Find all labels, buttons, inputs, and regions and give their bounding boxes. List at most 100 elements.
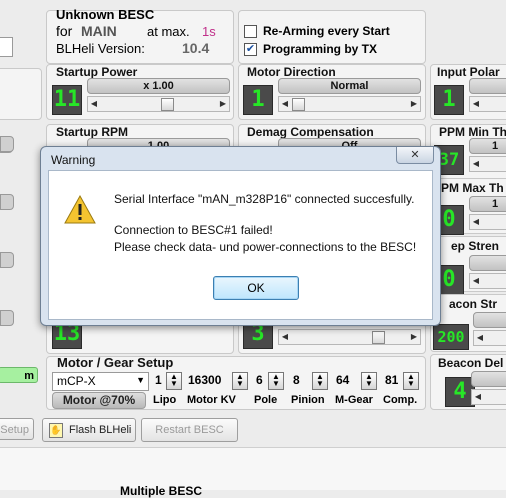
beacon-strength-value bbox=[473, 312, 506, 328]
model-select[interactable]: mCP-X ▼ bbox=[52, 372, 149, 391]
beacon-strength-title: acon Str bbox=[449, 297, 498, 311]
pinion-spinner-icon[interactable]: ▲ ▼ bbox=[312, 372, 328, 390]
input-polarity-panel: Input Polar 1 ◀ bbox=[430, 64, 506, 120]
ppm-min-slider[interactable]: ◀ bbox=[469, 156, 506, 172]
gear-setup-title: Motor / Gear Setup bbox=[57, 355, 174, 370]
ppm-min-title: PPM Min Th bbox=[439, 125, 506, 139]
motor-kv-value: 16300 bbox=[188, 373, 222, 387]
bottom-area: Multiple BESC bbox=[0, 447, 506, 498]
ppm-min-value: 1 bbox=[469, 138, 506, 154]
motor-direction-lcd: 1 bbox=[243, 85, 273, 115]
ppm-max-title: PM Max Th bbox=[441, 181, 504, 195]
chevron-down-icon[interactable]: ▼ bbox=[136, 375, 145, 385]
pinion-label: Pinion bbox=[291, 394, 325, 406]
pole-value: 6 bbox=[256, 373, 263, 387]
dialog-line3: Please check data- und power-connections… bbox=[114, 240, 417, 254]
close-icon[interactable]: ✕ bbox=[396, 147, 434, 164]
ppm-min-panel: PPM Min Th 37 1 ◀ bbox=[430, 124, 506, 180]
beacon-delay-value bbox=[471, 371, 506, 387]
beacon-strength-panel: acon Str 200 ◀ bbox=[430, 294, 506, 352]
comp-spinner-icon[interactable]: ▲ ▼ bbox=[403, 372, 419, 390]
dialog-title: Warning bbox=[51, 153, 96, 167]
comp-label: Comp. bbox=[383, 394, 418, 406]
beacon-strength-lcd: 200 bbox=[433, 324, 469, 350]
startup-power-title: Startup Power bbox=[56, 65, 138, 79]
motor-kv-label: Motor KV bbox=[187, 394, 236, 406]
beacon-strength-slider[interactable]: ◀ bbox=[473, 330, 506, 346]
comp-value: 81 bbox=[385, 373, 399, 387]
left-col-pill-a[interactable] bbox=[0, 136, 14, 152]
slider-left-arrow-icon[interactable]: ◀ bbox=[470, 157, 482, 171]
slider-right-arrow-icon[interactable]: ▶ bbox=[408, 97, 420, 111]
left-col-pill-b[interactable] bbox=[0, 194, 14, 210]
lipo-spinner-icon[interactable]: ▲ ▼ bbox=[166, 372, 182, 390]
slider-thumb[interactable] bbox=[372, 331, 385, 344]
motor-direction-panel: Motor Direction 1 Normal ◀ ▶ bbox=[238, 64, 426, 120]
esc-info-panel: Unknown BESC for MAIN at max. 1s BLHeli … bbox=[46, 7, 234, 64]
beacon-delay-title: Beacon Del bbox=[438, 356, 504, 370]
left-col-panel-row1 bbox=[0, 68, 42, 153]
programming-tx-label: Programming by TX bbox=[263, 42, 378, 56]
m-gear-spinner-icon[interactable]: ▲ ▼ bbox=[361, 372, 377, 390]
m-gear-value: 64 bbox=[336, 373, 350, 387]
slider-left-arrow-icon[interactable]: ◀ bbox=[279, 330, 291, 344]
pinion-value: 8 bbox=[293, 373, 300, 387]
slider-left-arrow-icon[interactable]: ◀ bbox=[470, 215, 482, 229]
slider-left-arrow-icon[interactable]: ◀ bbox=[470, 274, 482, 288]
beep-strength-title: ep Stren bbox=[451, 239, 500, 253]
startup-power-panel: Startup Power 11 x 1.00 ◀ ▶ bbox=[46, 64, 234, 120]
slider-left-arrow-icon[interactable]: ◀ bbox=[470, 97, 482, 111]
ppm-max-panel: PM Max Th 0 1 ◀ bbox=[430, 178, 506, 235]
gear-setup-panel: Motor / Gear Setup mCP-X ▼ Motor @70% 1 … bbox=[46, 355, 426, 410]
slider-left-arrow-icon[interactable]: ◀ bbox=[472, 390, 484, 404]
programming-tx-checkbox[interactable]: ✔ bbox=[244, 43, 257, 56]
flash-blheli-button[interactable]: ✋ Flash BLHeli bbox=[42, 418, 136, 442]
options-panel: Re-Arming every Start ✔ Programming by T… bbox=[238, 10, 426, 64]
at-max-value: 1s bbox=[202, 24, 216, 39]
motor-direction-title: Motor Direction bbox=[247, 65, 336, 79]
multiple-besc-label: Multiple BESC bbox=[120, 484, 203, 498]
startup-rpm-title: Startup RPM bbox=[56, 125, 128, 139]
input-polarity-lcd: 1 bbox=[434, 85, 464, 115]
beep-strength-slider[interactable]: ◀ bbox=[469, 273, 506, 289]
flash-icon: ✋ bbox=[49, 423, 63, 438]
dialog-body: Serial Interface "mAN_m328P16" connected… bbox=[48, 170, 433, 320]
beacon-delay-panel: Beacon Del 4 ◀ bbox=[430, 354, 506, 410]
startup-power-value: x 1.00 bbox=[87, 78, 230, 94]
dialog-line2: Connection to BESC#1 failed! bbox=[114, 223, 273, 237]
slider-left-arrow-icon[interactable]: ◀ bbox=[474, 331, 486, 345]
slider-right-arrow-icon[interactable]: ▶ bbox=[217, 97, 229, 111]
beep-strength-value bbox=[469, 255, 506, 271]
left-edge-input[interactable] bbox=[0, 37, 13, 57]
model-value: mCP-X bbox=[57, 374, 96, 388]
at-max-label: at max. bbox=[147, 24, 190, 39]
motor-direction-slider[interactable]: ◀ ▶ bbox=[278, 96, 421, 112]
rearm-checkbox[interactable] bbox=[244, 25, 257, 38]
lipo-label: Lipo bbox=[153, 394, 177, 406]
restart-besc-button[interactable]: Restart BESC bbox=[141, 418, 238, 442]
input-polarity-value bbox=[469, 78, 506, 94]
startup-power-lcd: 11 bbox=[52, 85, 82, 115]
slider-right-arrow-icon[interactable]: ▶ bbox=[408, 330, 420, 344]
row5-mid-slider[interactable]: ◀ ▶ bbox=[278, 329, 421, 345]
motor-mode-button[interactable]: Motor @70% bbox=[52, 392, 146, 409]
startup-power-slider[interactable]: ◀ ▶ bbox=[87, 96, 230, 112]
slider-thumb[interactable] bbox=[292, 98, 305, 111]
target-value: MAIN bbox=[81, 23, 117, 39]
pole-spinner-icon[interactable]: ▲ ▼ bbox=[268, 372, 284, 390]
ok-button[interactable]: OK bbox=[213, 276, 299, 300]
left-col-pill-d[interactable] bbox=[0, 310, 14, 326]
slider-left-arrow-icon[interactable]: ◀ bbox=[88, 97, 100, 111]
demag-title: Demag Compensation bbox=[247, 125, 374, 139]
left-col-pill-c[interactable] bbox=[0, 252, 14, 268]
warning-dialog: Warning ✕ Serial Interface "mAN_m328P16"… bbox=[40, 146, 441, 326]
input-polarity-slider[interactable]: ◀ bbox=[469, 96, 506, 112]
lipo-value: 1 bbox=[155, 373, 162, 387]
beacon-delay-slider[interactable]: ◀ bbox=[471, 389, 506, 405]
setup-button[interactable]: Setup bbox=[0, 418, 34, 440]
slider-left-arrow-icon[interactable]: ◀ bbox=[279, 97, 291, 111]
ppm-max-slider[interactable]: ◀ bbox=[469, 214, 506, 230]
motor-kv-spinner-icon[interactable]: ▲ ▼ bbox=[232, 372, 248, 390]
motor-direction-value: Normal bbox=[278, 78, 421, 94]
slider-thumb[interactable] bbox=[161, 98, 174, 111]
